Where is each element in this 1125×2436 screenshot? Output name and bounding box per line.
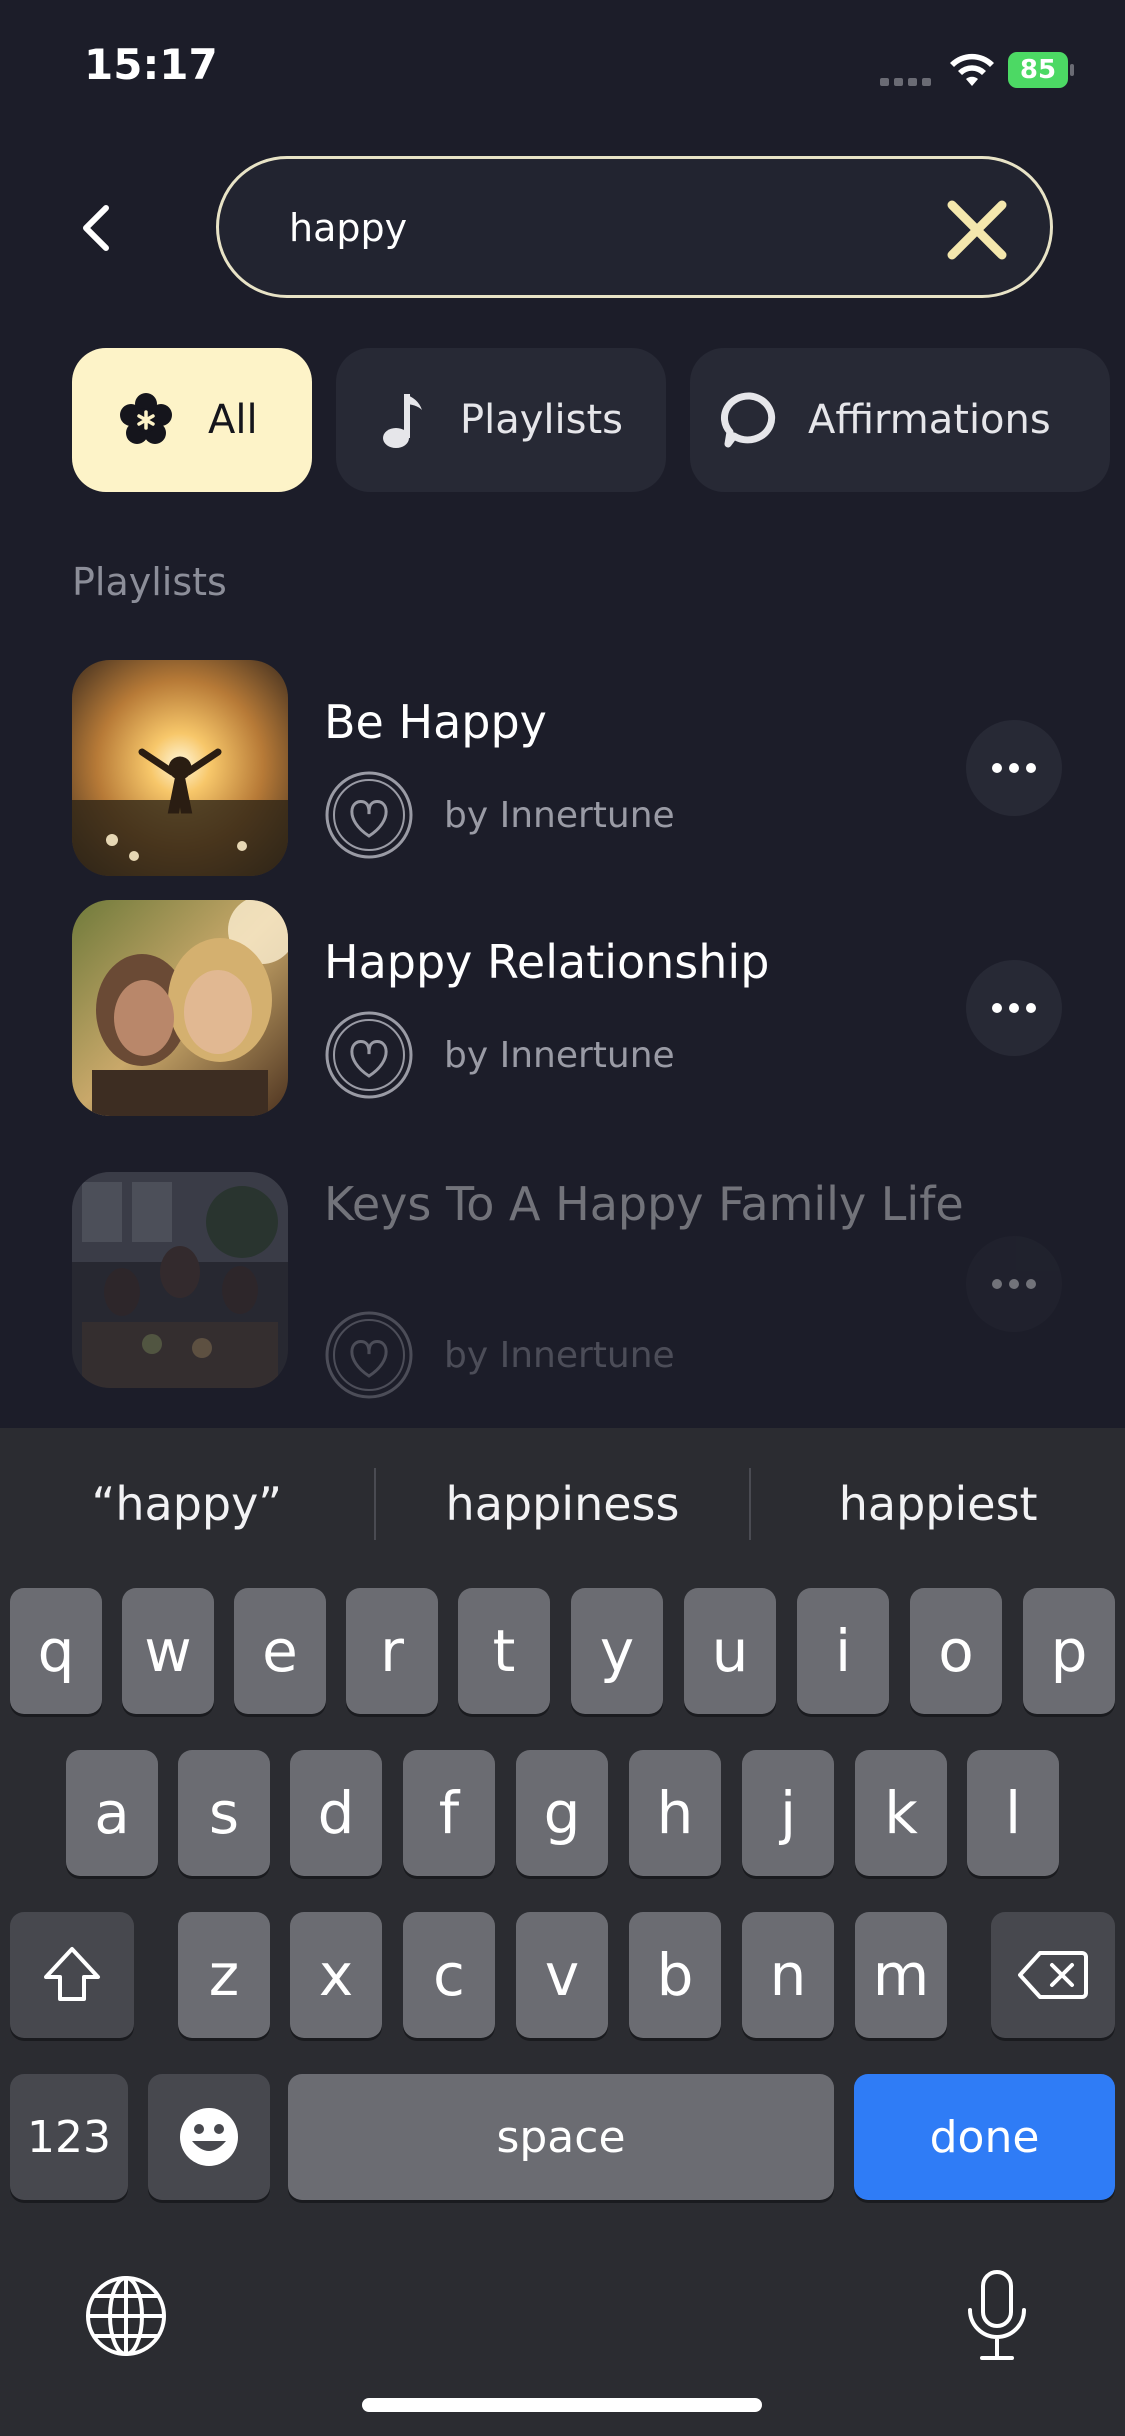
more-options-button[interactable] [966, 1236, 1062, 1332]
globe-icon[interactable] [84, 2274, 168, 2358]
key-l[interactable]: l [967, 1750, 1059, 1876]
more-options-button[interactable] [966, 960, 1062, 1056]
backspace-icon [1018, 1951, 1088, 1999]
flower-icon [120, 393, 172, 444]
playlist-row[interactable]: Be Happy by Innertune [72, 660, 1062, 880]
key-k[interactable]: k [855, 1750, 947, 1876]
suggestion-item[interactable]: “happy” [0, 1477, 374, 1531]
innertune-logo-icon [325, 1011, 413, 1099]
chat-bubble-icon [720, 392, 776, 448]
suggestion-item[interactable]: happiness [376, 1477, 750, 1531]
playlist-author: by Innertune [324, 1010, 675, 1100]
playlist-thumbnail [72, 660, 288, 876]
key-r[interactable]: r [346, 1588, 438, 1714]
music-note-icon [383, 394, 422, 448]
key-y[interactable]: y [571, 1588, 663, 1714]
filter-chip-all[interactable]: All [72, 348, 312, 492]
key-v[interactable]: v [516, 1912, 608, 2038]
suggestion-item[interactable]: happiest [751, 1477, 1125, 1531]
key-a[interactable]: a [66, 1750, 158, 1876]
filter-chip-affirmations[interactable]: Affirmations [690, 348, 1110, 492]
key-b[interactable]: b [629, 1912, 721, 2038]
key-u[interactable]: u [684, 1588, 776, 1714]
key-n[interactable]: n [742, 1912, 834, 2038]
key-m[interactable]: m [855, 1912, 947, 2038]
filter-chip-label: All [208, 397, 258, 443]
key-s[interactable]: s [178, 1750, 270, 1876]
key-o[interactable]: o [910, 1588, 1002, 1714]
section-title: Playlists [72, 560, 227, 604]
author-label: by Innertune [444, 1034, 675, 1076]
numbers-key[interactable]: 123 [10, 2074, 128, 2200]
playlist-thumbnail [72, 900, 288, 1116]
key-g[interactable]: g [516, 1750, 608, 1876]
filter-chip-label: Affirmations [808, 397, 1051, 443]
key-q[interactable]: q [10, 1588, 102, 1714]
more-options-button[interactable] [966, 720, 1062, 816]
key-e[interactable]: e [234, 1588, 326, 1714]
key-i[interactable]: i [797, 1588, 889, 1714]
delete-key[interactable] [991, 1912, 1115, 2038]
innertune-logo-icon [325, 1311, 413, 1399]
key-j[interactable]: j [742, 1750, 834, 1876]
key-t[interactable]: t [458, 1588, 550, 1714]
playlist-title: Be Happy [324, 695, 547, 749]
key-z[interactable]: z [178, 1912, 270, 2038]
done-key[interactable]: done [854, 2074, 1115, 2200]
home-indicator [362, 2398, 762, 2412]
playlist-author: by Innertune [324, 1310, 675, 1400]
battery-level: 85 [1008, 52, 1068, 88]
playlist-title: Keys To A Happy Family Life [324, 1177, 964, 1231]
keyboard-suggestions: “happy” happiness happiest [0, 1428, 1125, 1580]
status-time: 15:17 [84, 40, 218, 89]
wifi-icon [950, 53, 994, 86]
search-input[interactable] [289, 193, 889, 263]
author-label: by Innertune [444, 794, 675, 836]
author-label: by Innertune [444, 1334, 675, 1376]
playlist-author: by Innertune [324, 770, 675, 860]
shift-icon [44, 1947, 100, 2001]
clear-search-icon[interactable] [944, 197, 1010, 263]
emoji-key[interactable] [148, 2074, 270, 2200]
innertune-logo-icon [325, 771, 413, 859]
key-w[interactable]: w [122, 1588, 214, 1714]
filter-chip-playlists[interactable]: Playlists [336, 348, 666, 492]
cellular-signal-icon [880, 72, 932, 86]
key-c[interactable]: c [403, 1912, 495, 2038]
filter-chip-label: Playlists [460, 397, 624, 443]
key-f[interactable]: f [403, 1750, 495, 1876]
playlist-row[interactable]: Keys To A Happy Family Life by Innertune [72, 1172, 1062, 1402]
space-key[interactable]: space [288, 2074, 834, 2200]
keyboard: “happy” happiness happiest q w e r t y u… [0, 1428, 1125, 2436]
emoji-icon [180, 2108, 238, 2166]
battery-icon: 85 [1008, 52, 1074, 88]
microphone-icon[interactable] [962, 2268, 1032, 2364]
shift-key[interactable] [10, 1912, 134, 2038]
search-field[interactable] [216, 156, 1053, 298]
key-d[interactable]: d [290, 1750, 382, 1876]
back-chevron-icon[interactable] [68, 198, 128, 258]
playlist-row[interactable]: Happy Relationship by Innertune [72, 900, 1062, 1120]
key-h[interactable]: h [629, 1750, 721, 1876]
playlist-title: Happy Relationship [324, 935, 770, 989]
key-p[interactable]: p [1023, 1588, 1115, 1714]
playlist-thumbnail [72, 1172, 288, 1388]
key-x[interactable]: x [290, 1912, 382, 2038]
